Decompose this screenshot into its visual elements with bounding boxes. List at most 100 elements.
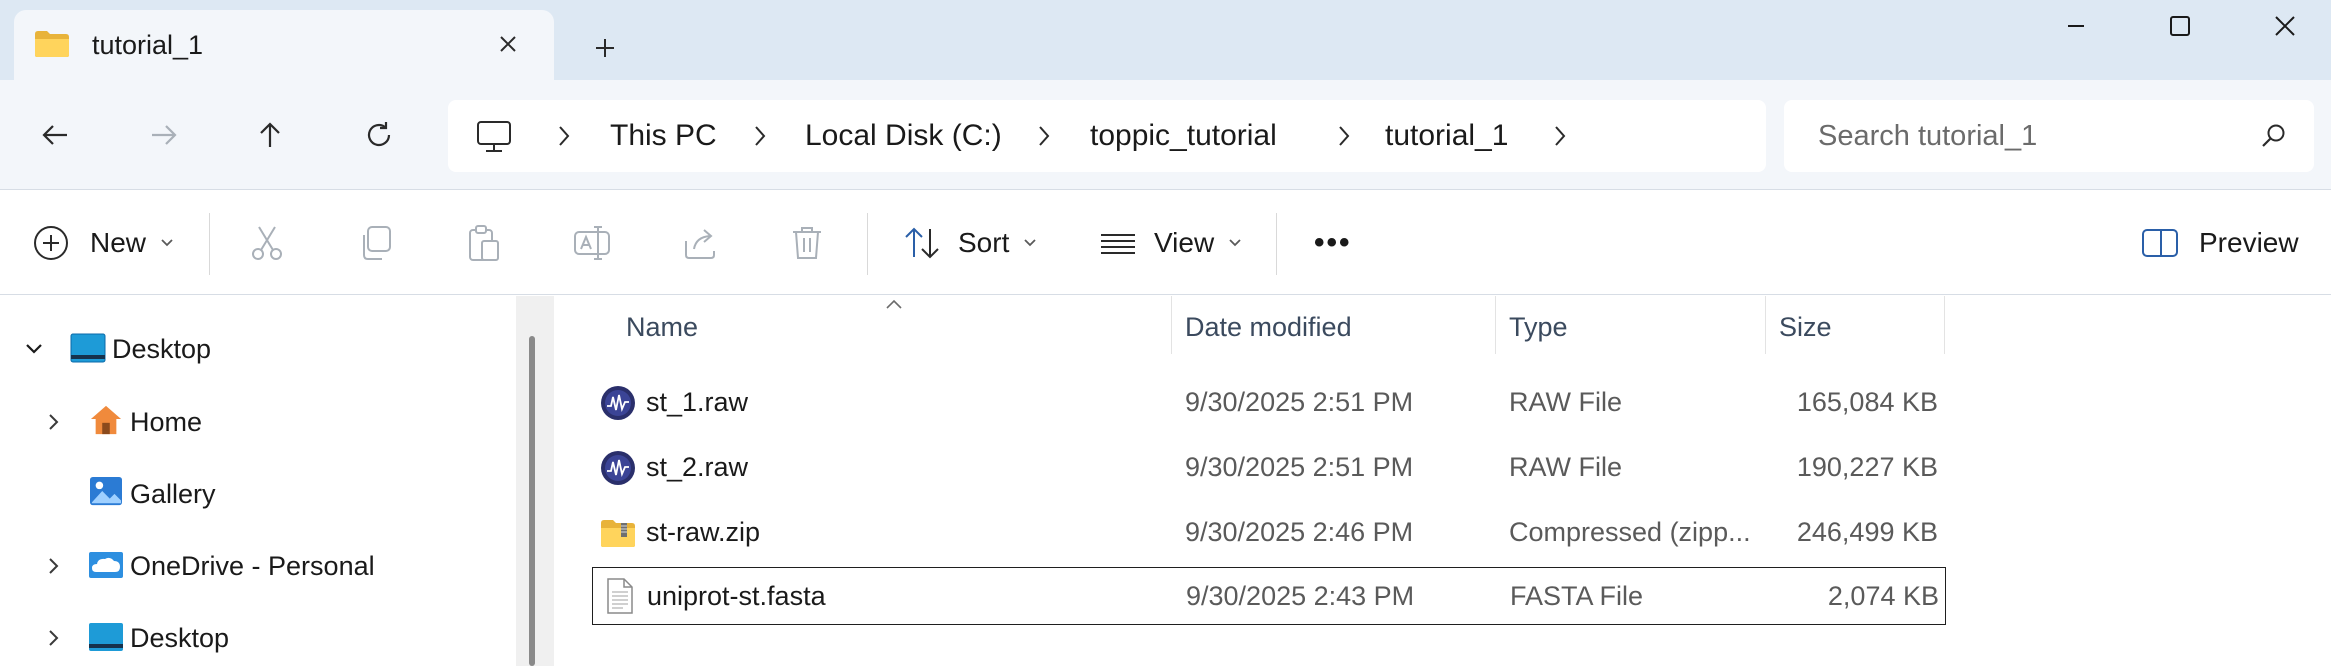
computer-icon	[477, 121, 511, 152]
new-tab-button[interactable]	[585, 28, 625, 68]
navigation-bar: This PC Local Disk (C:) toppic_tutorial …	[0, 80, 2331, 190]
up-button[interactable]	[245, 110, 295, 160]
file-list: Name Date modified Type Size st_1.raw 9/…	[554, 296, 2331, 666]
separator	[209, 213, 210, 275]
search-icon	[2262, 124, 2285, 147]
sidebar-scrollbar-thumb[interactable]	[529, 336, 535, 666]
file-row-selected[interactable]: uniprot-st.fasta 9/30/2025 2:43 PM FASTA…	[592, 567, 1946, 625]
more-options-button[interactable]: •••	[1314, 191, 1352, 295]
column-divider[interactable]	[1944, 296, 1945, 354]
paste-button[interactable]	[464, 191, 504, 295]
column-header-name[interactable]: Name	[626, 312, 698, 356]
chevron-right-icon[interactable]	[42, 626, 66, 650]
chevron-right-icon[interactable]	[42, 410, 66, 434]
new-button[interactable]: New	[32, 191, 174, 295]
chevron-right-icon[interactable]	[550, 122, 578, 150]
minimize-button[interactable]	[2046, 6, 2106, 46]
chevron-right-icon[interactable]	[1030, 122, 1058, 150]
file-row[interactable]: st_2.raw 9/30/2025 2:51 PM RAW File 190,…	[592, 438, 1946, 496]
cut-button[interactable]	[247, 191, 287, 295]
command-bar: New Sort View ••• Preview	[0, 191, 2331, 295]
separator	[1276, 213, 1277, 275]
tab-tutorial-1[interactable]: tutorial_1	[14, 10, 554, 82]
column-header-date-modified[interactable]: Date modified	[1185, 312, 1352, 356]
more-icon: •••	[1314, 226, 1352, 259]
chevron-right-icon[interactable]	[1330, 122, 1358, 150]
file-type: RAW File	[1509, 387, 1622, 417]
sidebar-item-label: Gallery	[130, 478, 216, 509]
sort-icon	[905, 227, 939, 259]
file-size: 2,074 KB	[1827, 581, 1939, 611]
text-file-icon	[607, 578, 633, 614]
sidebar-item-gallery[interactable]: Gallery	[0, 464, 510, 524]
column-divider[interactable]	[1765, 296, 1766, 354]
clipboard-icon	[469, 225, 499, 261]
chevron-down-icon	[161, 239, 173, 247]
breadcrumb-local-disk[interactable]: Local Disk (C:)	[805, 100, 1002, 172]
share-icon	[685, 229, 715, 259]
view-button[interactable]: View	[1098, 191, 1242, 295]
file-size: 190,227 KB	[1796, 452, 1938, 482]
file-date: 9/30/2025 2:46 PM	[1185, 517, 1414, 547]
gallery-icon	[90, 476, 122, 506]
share-button[interactable]	[680, 191, 720, 295]
chevron-right-icon[interactable]	[746, 122, 774, 150]
close-tab-button[interactable]	[492, 28, 524, 60]
file-type: Compressed (zipp...	[1509, 517, 1751, 547]
sidebar-item-label: Desktop	[130, 622, 230, 653]
zip-folder-icon	[601, 520, 635, 547]
rename-button[interactable]	[572, 191, 612, 295]
file-name: st_1.raw	[646, 387, 749, 417]
refresh-button[interactable]	[354, 110, 404, 160]
search-placeholder: Search tutorial_1	[1818, 120, 2038, 152]
close-icon	[500, 36, 516, 52]
copy-button[interactable]	[356, 191, 396, 295]
breadcrumb-toppic-tutorial[interactable]: toppic_tutorial	[1090, 100, 1277, 172]
file-name: uniprot-st.fasta	[647, 581, 826, 611]
chevron-down-icon	[1229, 239, 1241, 247]
file-date: 9/30/2025 2:51 PM	[1185, 387, 1414, 417]
add-circle-icon	[34, 226, 68, 260]
close-window-button[interactable]	[2255, 6, 2315, 46]
sidebar-item-desktop[interactable]: Desktop	[0, 319, 510, 379]
sort-button[interactable]: Sort	[902, 191, 1037, 295]
column-header-type[interactable]: Type	[1509, 312, 1568, 356]
back-button[interactable]	[30, 110, 80, 160]
maximize-button[interactable]	[2150, 6, 2210, 46]
file-row[interactable]: st_1.raw 9/30/2025 2:51 PM RAW File 165,…	[592, 373, 1946, 431]
forward-button[interactable]	[139, 110, 189, 160]
chevron-down-icon[interactable]	[22, 337, 46, 361]
breadcrumb-this-pc[interactable]: This PC	[610, 100, 717, 172]
sort-label: Sort	[958, 227, 1010, 258]
search-input[interactable]: Search tutorial_1	[1784, 100, 2314, 172]
file-name: st_2.raw	[646, 452, 749, 482]
minimize-icon	[2068, 25, 2084, 27]
tab-title: tutorial_1	[92, 30, 204, 60]
file-type: RAW File	[1509, 452, 1622, 482]
plus-icon	[596, 39, 614, 57]
preview-pane-icon	[2142, 229, 2178, 257]
maximize-icon	[2170, 16, 2190, 36]
refresh-icon	[367, 122, 391, 147]
sidebar-item-onedrive[interactable]: OneDrive - Personal	[0, 536, 510, 596]
file-date: 9/30/2025 2:43 PM	[1186, 581, 1415, 611]
file-date: 9/30/2025 2:51 PM	[1185, 452, 1414, 482]
sidebar-item-desktop-2[interactable]: Desktop	[0, 608, 510, 666]
chevron-right-icon[interactable]	[1546, 122, 1574, 150]
sidebar-item-home[interactable]: Home	[0, 392, 510, 452]
column-header-size[interactable]: Size	[1779, 312, 1832, 356]
chevron-right-icon[interactable]	[42, 554, 66, 578]
file-row[interactable]: st-raw.zip 9/30/2025 2:46 PM Compressed …	[592, 503, 1946, 561]
column-divider[interactable]	[1171, 296, 1172, 354]
file-type: FASTA File	[1510, 581, 1644, 611]
sidebar-item-label: Home	[130, 406, 203, 437]
address-bar[interactable]: This PC Local Disk (C:) toppic_tutorial …	[448, 100, 1766, 172]
sidebar-item-label: OneDrive - Personal	[130, 550, 375, 581]
title-bar: tutorial_1	[0, 0, 2331, 82]
preview-button[interactable]: Preview	[2141, 191, 2299, 295]
column-divider[interactable]	[1495, 296, 1496, 354]
delete-button[interactable]	[787, 191, 827, 295]
sidebar-scrollbar[interactable]	[516, 296, 554, 666]
breadcrumb-tutorial-1[interactable]: tutorial_1	[1385, 100, 1508, 172]
file-size: 246,499 KB	[1796, 517, 1938, 547]
